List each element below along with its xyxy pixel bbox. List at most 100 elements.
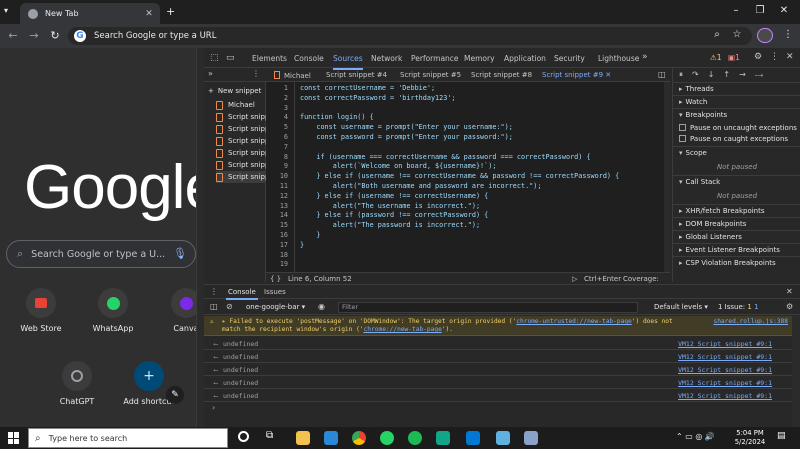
console-source-link[interactable]: VM12 Script snippet #9:1 xyxy=(678,366,772,374)
csp-breakpoints-section[interactable]: ▸ CSP Violation Breakpoints xyxy=(679,259,776,267)
snippet-item[interactable]: Script snipp xyxy=(216,147,266,159)
console-settings-icon[interactable]: ⚙ xyxy=(786,302,793,311)
editor-tab[interactable]: Script snippet #8 xyxy=(471,71,532,79)
line-number[interactable]: 5 xyxy=(266,123,288,131)
window-close-icon[interactable]: ✕ xyxy=(774,5,794,16)
cortana-icon[interactable] xyxy=(238,431,249,442)
notification-icon[interactable]: ▤ xyxy=(777,431,786,441)
file-explorer-icon[interactable] xyxy=(296,431,310,445)
close-tab-icon[interactable]: ✕ xyxy=(605,71,611,79)
error-count-icon[interactable]: ▣1 xyxy=(728,53,740,62)
page-scrollbar[interactable] xyxy=(196,48,204,427)
tab-application[interactable]: Application xyxy=(504,54,546,63)
close-devtools-icon[interactable]: ✕ xyxy=(786,52,794,62)
live-expression-eye-icon[interactable]: ◉ xyxy=(318,302,325,311)
event-listener-breakpoints-section[interactable]: ▸ Event Listener Breakpoints xyxy=(679,246,780,254)
line-number[interactable]: 4 xyxy=(266,113,288,121)
restore-icon[interactable]: ❐ xyxy=(750,5,770,16)
snippet-item[interactable]: Script snipp xyxy=(216,111,266,123)
threads-section[interactable]: ▸ Threads xyxy=(679,85,714,93)
windows-start-icon[interactable] xyxy=(8,432,20,444)
line-number[interactable]: 2 xyxy=(266,94,288,102)
close-tab-icon[interactable]: ✕ xyxy=(142,9,156,19)
console-filter-input[interactable]: Filter xyxy=(338,302,638,313)
line-number[interactable]: 6 xyxy=(266,133,288,141)
customize-pencil-icon[interactable]: ✎ xyxy=(166,386,184,404)
warning-link[interactable]: chrome://new-tab-page xyxy=(364,326,442,333)
breakpoints-section[interactable]: ▾ Breakpoints xyxy=(679,111,727,119)
line-number[interactable]: 7 xyxy=(266,143,288,151)
new-snippet-button[interactable]: + New snippet xyxy=(208,85,266,97)
scope-section[interactable]: ▾ Scope xyxy=(679,149,707,157)
whatsapp-icon[interactable] xyxy=(380,431,394,445)
editor-tab[interactable]: Script snippet #5 xyxy=(400,71,461,79)
console-prompt-icon[interactable]: › xyxy=(212,403,215,412)
code-editor[interactable]: 1 const correctUsername = 'Debbie'; 2 const… xyxy=(266,82,664,272)
drawer-tab-console[interactable]: Console xyxy=(226,288,258,300)
editor-tab-active[interactable]: Script snippet #9 ✕ xyxy=(542,71,611,79)
xhr-breakpoints-section[interactable]: ▸ XHR/fetch Breakpoints xyxy=(679,207,765,215)
shortcut-web-store[interactable]: Web Store xyxy=(11,288,71,333)
navigator-menu-icon[interactable]: ⋮ xyxy=(252,69,260,78)
editor-scrollbar[interactable] xyxy=(664,82,670,272)
snippet-item[interactable]: Script snipp xyxy=(216,159,266,171)
forward-icon[interactable]: → xyxy=(27,29,41,42)
back-icon[interactable]: ← xyxy=(6,29,20,42)
profile-avatar[interactable] xyxy=(757,28,773,43)
menu-kebab-icon[interactable]: ⋮ xyxy=(781,29,795,40)
tab-security[interactable]: Security xyxy=(554,54,585,63)
tab-memory[interactable]: Memory xyxy=(464,54,495,63)
issues-counter[interactable]: 1 Issue: 1 1 xyxy=(718,303,759,311)
dom-breakpoints-section[interactable]: ▸ DOM Breakpoints xyxy=(679,220,746,228)
app-icon[interactable] xyxy=(436,431,450,445)
warning-link[interactable]: chrome-untrusted://new-tab-page xyxy=(516,318,631,325)
line-number[interactable]: 12 xyxy=(266,192,288,200)
step-out-icon[interactable]: ↑ xyxy=(723,70,739,79)
checkbox[interactable] xyxy=(679,135,686,142)
tab-lighthouse[interactable]: Lighthouse xyxy=(598,54,639,63)
mail-icon[interactable] xyxy=(324,431,338,445)
deactivate-breakpoints-icon[interactable]: ⤏ xyxy=(755,70,772,79)
inspect-element-icon[interactable]: ⬚ xyxy=(210,53,219,63)
console-source-link[interactable]: VM12 Script snippet #9:1 xyxy=(678,340,772,348)
ntp-search-box[interactable]: ⌕ Search Google or type a U... 🎙 xyxy=(6,240,196,268)
pause-uncaught-checkbox[interactable]: Pause on uncaught exceptions xyxy=(679,124,797,132)
vscode-icon[interactable] xyxy=(466,431,480,445)
system-tray-icons[interactable]: ⌃ ▭ ◎ 🔊 xyxy=(676,432,715,441)
chrome-icon[interactable] xyxy=(352,431,366,445)
console-source-link[interactable]: VM12 Script snippet #9:1 xyxy=(678,379,772,387)
console-sidebar-icon[interactable]: ◫ xyxy=(210,302,218,311)
browser-tab-new-tab[interactable]: New Tab ✕ xyxy=(20,3,160,24)
zoom-icon[interactable]: ⌕ xyxy=(710,29,724,40)
clear-console-icon[interactable]: ⊘ xyxy=(226,302,233,311)
minimize-icon[interactable]: – xyxy=(726,5,746,16)
line-number[interactable]: 8 xyxy=(266,153,288,161)
drawer-menu-icon[interactable]: ⋮ xyxy=(210,287,218,296)
taskbar-search-box[interactable]: ⌕ Type here to search xyxy=(28,428,228,448)
checkbox[interactable] xyxy=(679,124,686,131)
drawer-tab-issues[interactable]: Issues xyxy=(264,288,286,296)
shortcut-canva[interactable]: Canva xyxy=(156,288,196,333)
line-number[interactable]: 16 xyxy=(266,231,288,239)
bookmark-star-icon[interactable]: ☆ xyxy=(730,29,744,40)
task-view-icon[interactable]: ⧉ xyxy=(266,430,273,441)
pause-icon[interactable]: ⏸ xyxy=(679,70,692,79)
tab-search-icon[interactable]: ▾ xyxy=(4,6,8,15)
line-number[interactable]: 19 xyxy=(266,260,288,268)
snippet-item-selected[interactable]: Script snipp xyxy=(216,171,266,183)
line-number[interactable]: 18 xyxy=(266,251,288,259)
snippet-item[interactable]: Michael xyxy=(216,99,266,111)
log-levels-dropdown[interactable]: Default levels ▾ xyxy=(654,303,708,311)
tab-sources[interactable]: Sources xyxy=(333,54,363,70)
tab-network[interactable]: Network xyxy=(371,54,402,63)
snippet-item[interactable]: Script snipp xyxy=(216,135,266,147)
navigator-more-icon[interactable]: » xyxy=(208,69,213,78)
console-source-link[interactable]: VM12 Script snippet #9:1 xyxy=(678,392,772,400)
settings-gear-icon[interactable]: ⚙ xyxy=(754,52,762,62)
reload-icon[interactable]: ↻ xyxy=(48,29,62,42)
close-drawer-icon[interactable]: ✕ xyxy=(786,287,793,296)
voice-search-icon[interactable]: 🎙 xyxy=(173,247,187,260)
watch-section[interactable]: ▸ Watch xyxy=(679,98,707,106)
line-number[interactable]: 14 xyxy=(266,211,288,219)
shortcut-chatgpt[interactable]: ChatGPT xyxy=(47,361,107,406)
